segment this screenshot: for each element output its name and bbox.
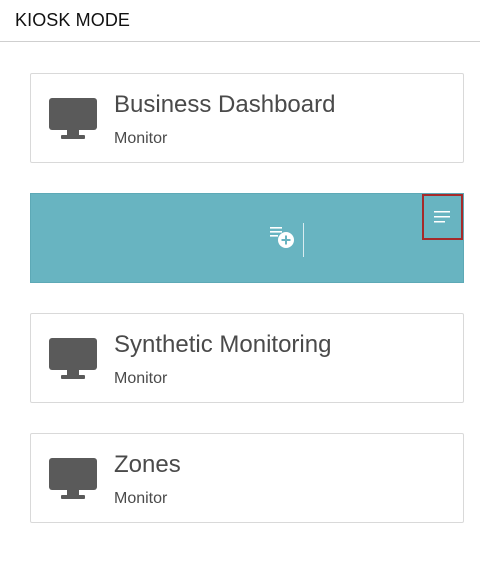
card-subtitle: Monitor (114, 370, 168, 387)
menu-button[interactable] (422, 194, 463, 240)
page-title: KIOSK MODE (15, 10, 131, 30)
monitor-icon (49, 458, 97, 499)
menu-icon (434, 211, 450, 223)
card-business-dashboard[interactable]: Business Dashboard Monitor (30, 73, 464, 163)
card-title: Zones (114, 451, 181, 478)
card-subtitle: Monitor (114, 130, 168, 147)
card-title: Business Dashboard (114, 91, 336, 118)
card-title: Synthetic Monitoring (114, 331, 332, 358)
monitor-icon (49, 338, 97, 379)
add-to-list-button[interactable] (268, 222, 298, 252)
page-header: KIOSK MODE (0, 0, 480, 42)
monitor-icon (49, 98, 97, 139)
card-subtitle: Monitor (114, 490, 168, 507)
add-to-list-icon (270, 227, 294, 248)
action-divider (303, 223, 304, 257)
card-synthetic-monitoring[interactable]: Synthetic Monitoring Monitor (30, 313, 464, 403)
card-actions-overlay[interactable] (30, 193, 464, 283)
card-zones[interactable]: Zones Monitor (30, 433, 464, 523)
